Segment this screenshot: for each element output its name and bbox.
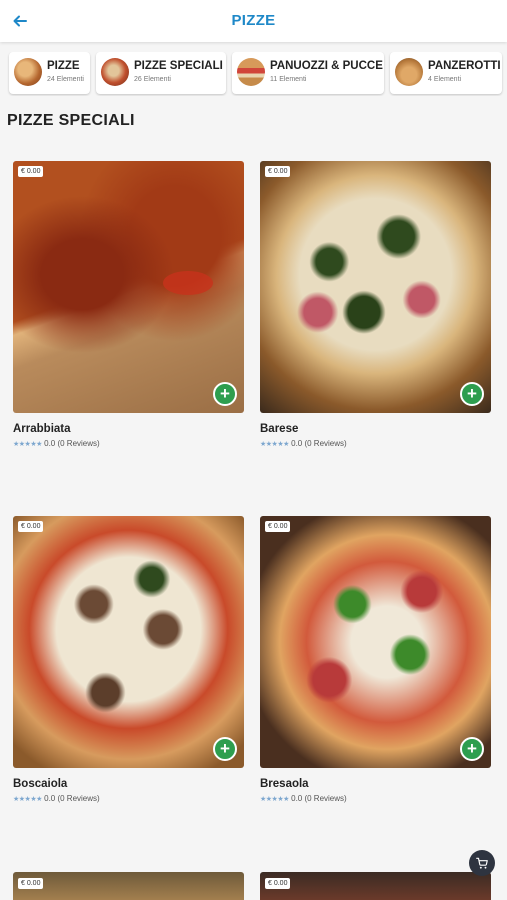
plus-icon: +	[467, 739, 477, 758]
price-badge: € 0.00	[18, 521, 44, 532]
category-count: 11 Elementi	[270, 76, 307, 83]
product-image[interactable]: € 0.00 +	[260, 516, 491, 768]
back-button[interactable]	[8, 9, 32, 33]
tomato-topping	[163, 271, 213, 295]
category-thumbnail	[14, 58, 42, 86]
product-name: Boscaiola	[13, 778, 68, 790]
plus-icon: +	[220, 739, 230, 758]
category-thumbnail	[237, 58, 265, 86]
category-thumbnail	[395, 58, 423, 86]
category-chip-pizze[interactable]: PIZZE 24 Elementi	[9, 52, 90, 94]
product-rating: ★★★★★ 0.0 (0 Reviews)	[13, 439, 100, 448]
product-name: Arrabbiata	[13, 423, 71, 435]
price-badge: € 0.00	[265, 166, 291, 177]
page-title: PIZZE	[231, 12, 276, 29]
star-rating-icon: ★★★★★	[13, 796, 42, 803]
rating-text: 0.0 (0 Reviews)	[291, 439, 347, 448]
product-card-partial[interactable]: € 0.00	[13, 872, 244, 900]
section-title: PIZZE SPECIALI	[7, 112, 135, 129]
price-badge: € 0.00	[265, 878, 291, 889]
arrow-left-icon	[12, 12, 28, 34]
category-label: PANUOZZI & PUCCE	[270, 60, 383, 72]
category-chip-pizze-speciali[interactable]: PIZZE SPECIALI 26 Elementi	[96, 52, 226, 94]
product-rating: ★★★★★ 0.0 (0 Reviews)	[260, 794, 347, 803]
cart-icon	[475, 857, 489, 874]
add-to-cart-button[interactable]: +	[213, 737, 237, 761]
price-badge: € 0.00	[265, 521, 291, 532]
star-rating-icon: ★★★★★	[260, 441, 289, 448]
category-thumbnail	[101, 58, 129, 86]
add-to-cart-button[interactable]: +	[213, 382, 237, 406]
category-chip-panuozzi-pucce[interactable]: PANUOZZI & PUCCE 11 Elementi	[232, 52, 384, 94]
rating-text: 0.0 (0 Reviews)	[44, 439, 100, 448]
product-rating: ★★★★★ 0.0 (0 Reviews)	[13, 794, 100, 803]
product-rating: ★★★★★ 0.0 (0 Reviews)	[260, 439, 347, 448]
plus-icon: +	[467, 384, 477, 403]
product-card[interactable]: € 0.00 + Bresaola ★★★★★ 0.0 (0 Reviews)	[260, 516, 491, 803]
cart-button[interactable]	[469, 850, 495, 876]
app-bar: PIZZE	[0, 0, 507, 42]
category-label: PIZZE SPECIALI	[134, 60, 223, 72]
product-name: Bresaola	[260, 778, 309, 790]
rating-text: 0.0 (0 Reviews)	[44, 794, 100, 803]
category-label: PANZEROTTI	[428, 60, 501, 72]
product-card-partial[interactable]: € 0.00	[260, 872, 491, 900]
category-count: 26 Elementi	[134, 76, 171, 83]
product-card[interactable]: € 0.00 + Boscaiola ★★★★★ 0.0 (0 Reviews)	[13, 516, 244, 803]
star-rating-icon: ★★★★★	[13, 441, 42, 448]
category-chip-panzerotti[interactable]: PANZEROTTI 4 Elementi	[390, 52, 502, 94]
category-count: 24 Elementi	[47, 76, 84, 83]
price-badge: € 0.00	[18, 878, 44, 889]
rating-text: 0.0 (0 Reviews)	[291, 794, 347, 803]
product-card[interactable]: € 0.00 + Barese ★★★★★ 0.0 (0 Reviews)	[260, 161, 491, 448]
product-image[interactable]: € 0.00 +	[13, 516, 244, 768]
plus-icon: +	[220, 384, 230, 403]
add-to-cart-button[interactable]: +	[460, 737, 484, 761]
product-image[interactable]: € 0.00 +	[260, 161, 491, 413]
star-rating-icon: ★★★★★	[260, 796, 289, 803]
product-name: Barese	[260, 423, 299, 435]
category-count: 4 Elementi	[428, 76, 462, 83]
category-label: PIZZE	[47, 60, 80, 72]
product-card[interactable]: € 0.00 + Arrabbiata ★★★★★ 0.0 (0 Reviews…	[13, 161, 244, 448]
category-strip: PIZZE 24 Elementi PIZZE SPECIALI 26 Elem…	[0, 52, 507, 96]
price-badge: € 0.00	[18, 166, 44, 177]
add-to-cart-button[interactable]: +	[460, 382, 484, 406]
product-image[interactable]: € 0.00 +	[13, 161, 244, 413]
